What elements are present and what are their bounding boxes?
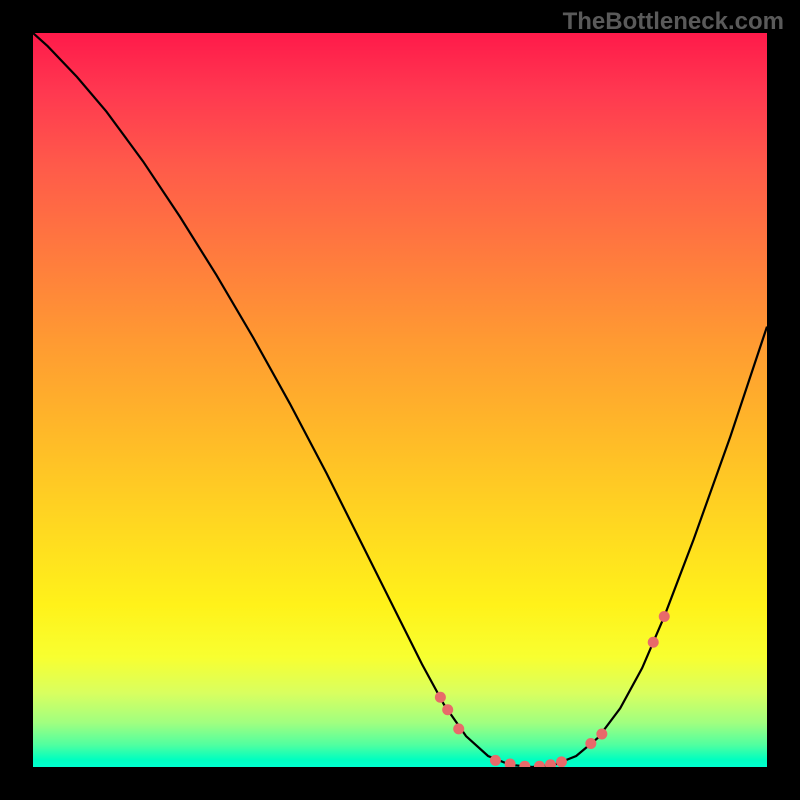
chart-marker [490,755,501,766]
chart-plot-area [33,33,767,767]
chart-marker [545,759,556,767]
chart-marker [648,637,659,648]
chart-marker [435,692,446,703]
chart-curve [33,33,767,767]
chart-marker [556,756,567,767]
chart-marker [596,728,607,739]
chart-marker [453,723,464,734]
chart-marker [534,761,545,767]
watermark-text: TheBottleneck.com [563,8,784,36]
chart-markers [435,611,670,767]
chart-svg [33,33,767,767]
chart-marker [519,761,530,767]
chart-marker [442,704,453,715]
chart-marker [585,738,596,749]
chart-marker [659,611,670,622]
chart-marker [505,759,516,767]
